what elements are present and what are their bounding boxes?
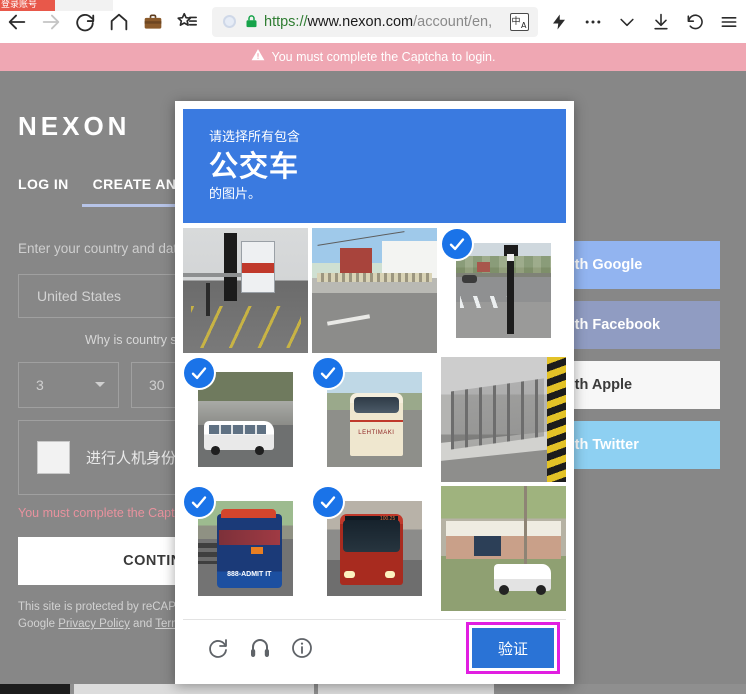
downloads-icon[interactable] — [644, 5, 678, 39]
captcha-tile-3[interactable] — [441, 228, 566, 353]
captcha-instruction-line-1: 请选择所有包含 — [209, 130, 301, 145]
country-select-value: United States — [37, 288, 122, 304]
nexon-logo: NEXON — [18, 111, 131, 141]
captcha-instruction-line-3: 的图片。 — [209, 187, 262, 202]
birth-day-value: 30 — [149, 377, 165, 393]
check-icon — [313, 487, 343, 517]
captcha-tile-8[interactable]: 100.25 — [312, 486, 437, 611]
url-text[interactable]: https://www.nexon.com/account/en, — [262, 14, 506, 30]
verify-button-label: 验证 — [497, 639, 528, 658]
flash-icon[interactable] — [542, 5, 576, 39]
translate-a-glyph: A — [521, 20, 527, 30]
captcha-tile-5[interactable]: LEHTIMAKI — [312, 357, 437, 482]
lock-icon[interactable] — [240, 11, 262, 33]
translate-cn-glyph: 中 — [511, 16, 521, 27]
tab-log-in[interactable]: LOG IN — [18, 176, 69, 192]
captcha-tile-9[interactable] — [441, 486, 566, 611]
captcha-tile-1[interactable] — [183, 228, 308, 353]
url-path: /account/en, — [413, 13, 493, 30]
thumbnail-cream-coach: LEHTIMAKI — [327, 372, 422, 467]
captcha-tile-6[interactable] — [441, 357, 566, 482]
tab-strip-remainder — [55, 0, 113, 11]
recaptcha-checkbox[interactable] — [37, 441, 70, 474]
verify-button-highlight: 验证 — [466, 622, 560, 674]
chevron-down-icon — [95, 382, 105, 387]
coach-side-label: LEHTIMAKI — [358, 429, 395, 436]
chevron-down-icon[interactable] — [610, 5, 644, 39]
captcha-tile-2[interactable] — [312, 228, 437, 353]
url-scheme: https:// — [264, 13, 308, 30]
captcha-tile-4[interactable] — [183, 357, 308, 482]
address-bar[interactable]: https://www.nexon.com/account/en, 中 A — [212, 6, 538, 37]
thumbnail-guard-rail — [441, 357, 566, 482]
captcha-field-error: You must complete the Captcha. — [18, 506, 199, 520]
refresh-challenge-icon[interactable] — [197, 627, 239, 669]
check-icon — [184, 358, 214, 388]
check-icon — [184, 487, 214, 517]
check-icon — [313, 358, 343, 388]
alert-message: You must complete the Captcha to login. — [271, 50, 496, 64]
thumbnail-street-with-post — [456, 243, 551, 338]
birth-month-value: 3 — [36, 377, 44, 393]
captcha-image-grid: LEHTIMAKI 888-ADMIT IT 100.25 — [183, 228, 566, 611]
taskbar-segment-mid — [74, 684, 314, 694]
info-icon[interactable] — [281, 627, 323, 669]
thumbnail-red-city-bus: 100.25 — [327, 501, 422, 596]
favorites-button[interactable] — [170, 5, 204, 39]
verify-button[interactable]: 验证 — [472, 628, 554, 668]
check-icon — [442, 229, 472, 259]
thumbnail-storefront-pickup — [441, 486, 566, 611]
menu-icon[interactable] — [712, 5, 746, 39]
captcha-alert-banner: You must complete the Captcha to login. — [0, 43, 746, 71]
captcha-tile-7[interactable]: 888-ADMIT IT — [183, 486, 308, 611]
translate-icon[interactable]: 中 A — [506, 9, 532, 35]
tracking-protection-icon[interactable] — [218, 11, 240, 33]
warning-triangle-icon — [251, 48, 265, 67]
privacy-policy-link[interactable]: Privacy Policy — [58, 618, 130, 630]
history-icon[interactable] — [678, 5, 712, 39]
legal-and: and — [129, 618, 156, 630]
browser-tab-label[interactable]: 登录账号 — [0, 0, 55, 11]
thumbnail-sunny-street — [312, 228, 437, 353]
taskbar-segment-left — [0, 684, 70, 694]
captcha-instruction-header: 请选择所有包含 公交车 的图片。 — [183, 109, 566, 223]
recaptcha-image-challenge-dialog: 请选择所有包含 公交车 的图片。 LEHTIMAKI 888-ADMIT IT … — [175, 101, 574, 684]
legal-google: Google — [18, 618, 59, 630]
taskbar-segment-right — [318, 684, 494, 694]
thumbnail-bus-stop-shelter — [183, 228, 308, 353]
os-taskbar — [0, 684, 746, 694]
bus-ad-phone-number: 888-ADMIT IT — [227, 571, 272, 579]
captcha-target-object: 公交车 — [209, 149, 300, 183]
briefcase-icon[interactable] — [136, 5, 170, 39]
url-host: www.nexon.com — [307, 13, 414, 30]
more-options-icon[interactable] — [576, 5, 610, 39]
thumbnail-blue-transit-bus: 888-ADMIT IT — [198, 501, 293, 596]
audio-challenge-icon[interactable] — [239, 627, 281, 669]
captcha-footer: 验证 — [183, 619, 566, 676]
thumbnail-white-minibus — [198, 372, 293, 467]
